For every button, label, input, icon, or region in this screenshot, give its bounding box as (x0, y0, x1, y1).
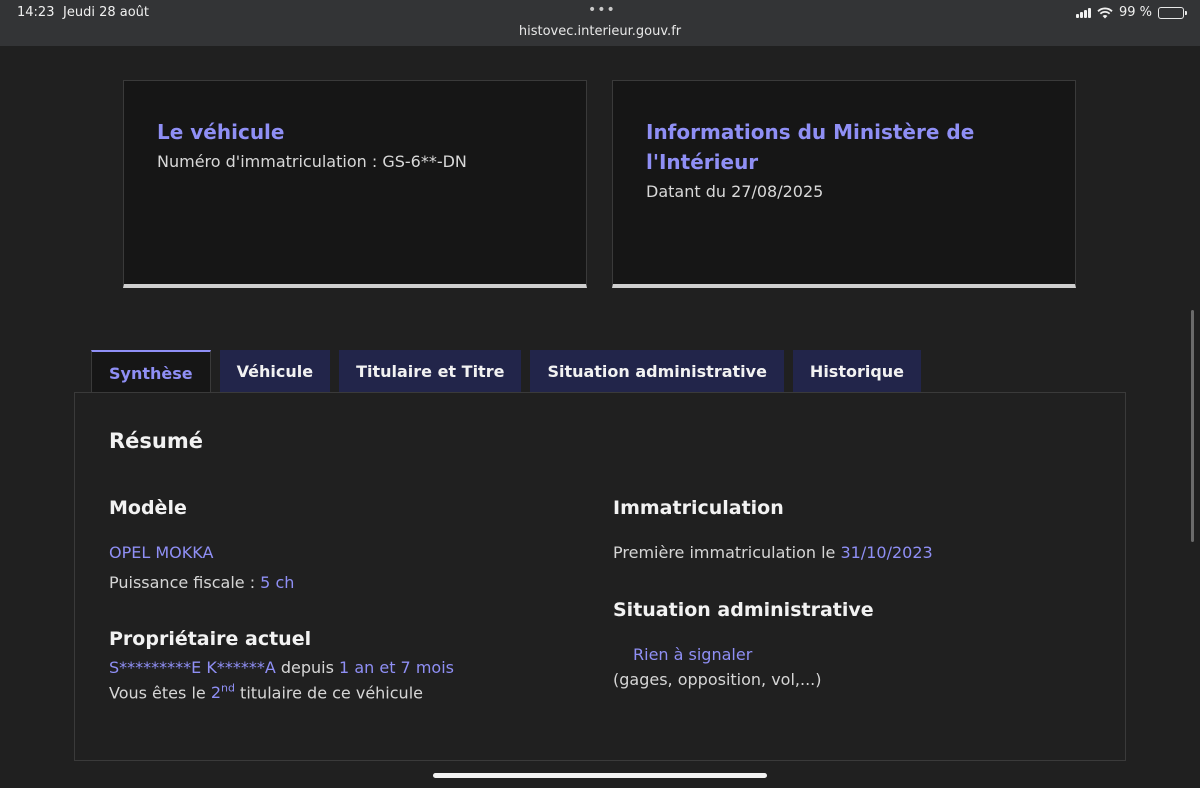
first-registration-label: Première immatriculation le (613, 543, 841, 562)
ministry-date: Datant du 27/08/2025 (646, 182, 824, 201)
ministry-card: Informations du Ministère de l'Intérieur… (612, 80, 1076, 288)
owner-rank: Vous êtes le 2nd titulaire de ce véhicul… (109, 682, 423, 702)
status-indicators: 99 % (1075, 5, 1187, 20)
browser-top-bar: 14:23 Jeudi 28 août ••• histovec.interie… (0, 0, 1200, 46)
owner-since-label: depuis (275, 658, 340, 677)
model-heading: Modèle (109, 497, 187, 519)
tab-historique[interactable]: Historique (792, 350, 922, 392)
first-registration-date: 31/10/2023 (840, 543, 933, 562)
ministry-title-line2: l'Intérieur (646, 150, 759, 174)
wifi-icon (1097, 7, 1113, 18)
summary-title: Résumé (109, 429, 203, 453)
fiscal-power-label: Puissance fiscale : (109, 573, 261, 592)
fiscal-power-value: 5 ch (260, 573, 295, 592)
owner-rank-value: 2nd (210, 682, 235, 703)
tab-vehicule[interactable]: Véhicule (219, 350, 331, 392)
status-time: 14:23 (17, 5, 55, 20)
home-indicator[interactable] (433, 773, 767, 778)
battery-percent: 99 % (1118, 5, 1152, 20)
model-name: OPEL MOKKA (109, 543, 214, 562)
vehicle-card-title: Le véhicule (157, 120, 285, 144)
owner-since-value: 1 an et 7 mois (339, 658, 454, 677)
tab-synthese[interactable]: Synthèse (91, 350, 211, 394)
more-dots-icon[interactable]: ••• (588, 2, 616, 18)
battery-icon (1158, 6, 1187, 19)
fiscal-power: Puissance fiscale : 5 ch (109, 573, 294, 592)
owner-heading: Propriétaire actuel (109, 628, 312, 650)
owner-rank-prefix: Vous êtes le (109, 683, 211, 703)
ministry-card-title: Informations du Ministère de l'Intérieur (646, 117, 1043, 177)
owner-name: S*********E K******A (109, 658, 276, 677)
admin-detail: (gages, opposition, vol,...) (613, 670, 822, 689)
owner-rank-suffix: titulaire de ce véhicule (234, 683, 423, 703)
status-date: Jeudi 28 août (63, 5, 149, 20)
synthese-panel: Résumé Modèle OPEL MOKKA Puissance fisca… (74, 392, 1126, 761)
tab-bar: Synthèse Véhicule Titulaire et Titre Sit… (91, 350, 922, 394)
tab-titulaire-et-titre[interactable]: Titulaire et Titre (339, 350, 522, 392)
cellular-signal-icon (1075, 7, 1091, 18)
owner-line: S*********E K******A depuis 1 an et 7 mo… (109, 658, 454, 677)
ministry-title-line1: Informations du Ministère de (646, 120, 975, 144)
registration-number: Numéro d'immatriculation : GS-6**-DN (157, 152, 467, 171)
vehicle-card: Le véhicule Numéro d'immatriculation : G… (123, 80, 587, 288)
address-bar-url[interactable]: histovec.interieur.gouv.fr (0, 24, 1200, 39)
first-registration: Première immatriculation le 31/10/2023 (613, 543, 933, 562)
registration-heading: Immatriculation (613, 497, 784, 519)
admin-heading: Situation administrative (613, 599, 874, 621)
admin-status: Rien à signaler (633, 645, 753, 664)
scrollbar[interactable] (1191, 310, 1194, 542)
tab-situation-administrative[interactable]: Situation administrative (530, 350, 784, 392)
